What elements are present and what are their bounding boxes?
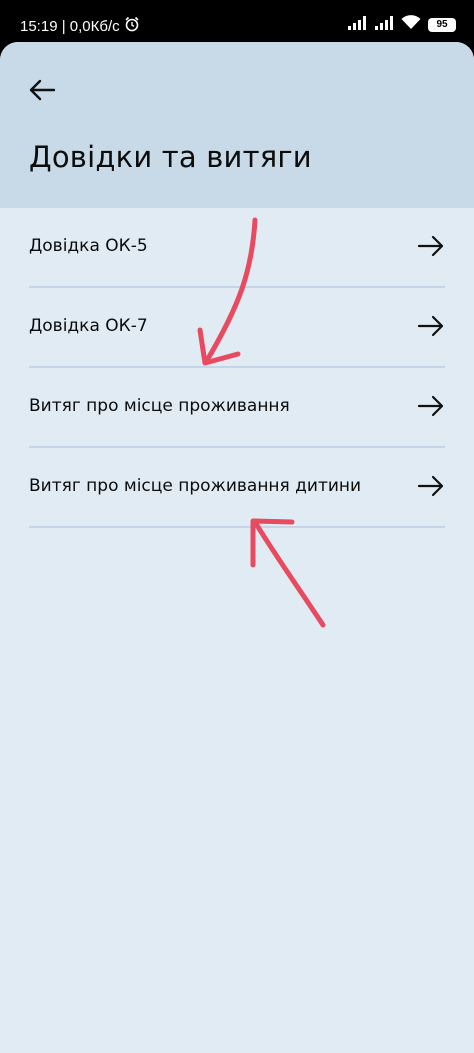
app-screen: Довідки та витяги Довідка ОК-5 Довідка О… [0,42,474,1053]
back-button[interactable] [22,72,62,112]
signal-icon [347,15,367,34]
list-item-label: Довідка ОК-7 [29,316,148,336]
signal-icon [374,15,394,34]
list-item-label: Витяг про місце проживання [29,396,290,416]
list-item-ok5[interactable]: Довідка ОК-5 [29,208,445,288]
battery-level: 95 [436,19,448,30]
arrow-right-icon [417,234,445,258]
page-title: Довідки та витяги [29,140,312,174]
wifi-icon [401,15,421,34]
alarm-icon [124,16,140,36]
arrow-left-icon [28,78,56,106]
header: Довідки та витяги [0,42,474,208]
arrow-right-icon [417,394,445,418]
status-bar: 15:19 | 0,0Кб/с 95 [0,0,474,42]
list-item-label: Довідка ОК-5 [29,236,148,256]
arrow-right-icon [417,314,445,338]
list-item-child-residence[interactable]: Витяг про місце проживання дитини [29,448,445,528]
battery-icon: 95 [428,17,456,32]
list-item-ok7[interactable]: Довідка ОК-7 [29,288,445,368]
arrow-right-icon [417,474,445,498]
status-time-speed: 15:19 | 0,0Кб/с [20,17,120,35]
status-left: 15:19 | 0,0Кб/с [20,16,140,36]
status-right: 95 [347,15,456,34]
documents-list: Довідка ОК-5 Довідка ОК-7 Витяг про місц… [29,208,445,528]
list-item-label: Витяг про місце проживання дитини [29,476,362,496]
list-item-residence[interactable]: Витяг про місце проживання [29,368,445,448]
